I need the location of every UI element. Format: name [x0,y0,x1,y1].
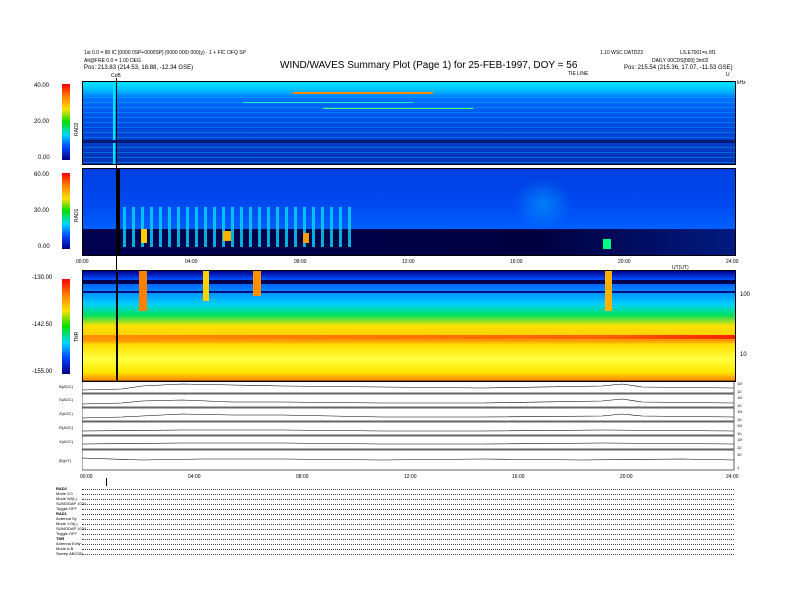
trace-label-z: Z(AGC) [59,411,73,416]
tnr-right-tick-10: 10 [740,352,747,358]
trace-label-s: S(AGC) [59,397,73,402]
footer-dotline-5 [82,514,734,515]
page-title: WIND/WAVES Summary Plot (Page 1) for 25-… [280,60,578,71]
footer-dotline-11 [82,544,734,545]
tnr-name: TNR [74,331,80,342]
rad1-spectrogram [82,168,736,256]
trace-right-s-bot: 10 [737,403,742,408]
footer-dotline-1 [82,494,734,495]
bottom-axis-tick-5: 20:00 [620,474,633,480]
mid-axis-tick-5: 20:00 [618,259,631,265]
tnr-tick-top: -130.00 [32,275,53,281]
rad2-name: RAD2 [74,122,80,136]
rad1-tick-bot: 0.00 [38,244,50,250]
tnr-tick-mid: -142.50 [32,322,53,328]
trace-right-b-bot: 10 [737,389,742,394]
trace-label-b: B(AGC) [59,384,73,389]
footer-dotline-10 [82,539,734,540]
tnr-spectrogram [82,270,736,382]
header-right-3: DAILY 00CDS[000] 3m02 [652,58,709,64]
trace-right-s-top: 100 [737,395,742,400]
trace-label-x: X(AGC) [59,439,73,444]
rad2-colorbar [62,84,70,160]
mid-axis-tick-6: 24:00 [726,259,739,265]
rad1-colorbar [62,173,70,249]
top-unit-u: U [726,72,730,78]
trace-right-r-bot: 10 [737,431,742,436]
bottom-axis-tick-1: 04:00 [188,474,201,480]
rad1-name: RAD1 [74,208,80,222]
trace-right-z-bot: 10 [737,417,742,422]
header-left-3: Pos: 213.83 (214.53, 18.88, -12.34 GSE) [84,65,194,71]
footer-dotline-7 [82,524,734,525]
header-right-2: LS.E7001=x.0f1 [680,50,716,56]
trace-label-r: R(AGC) [59,425,74,430]
trace-right-r-top: 100 [737,423,742,428]
footer-dotline-9 [82,534,734,535]
footer-dotline-13 [82,554,734,555]
trace-label-bmag: |B|(nT) [59,458,72,463]
rad2-tick-bot: 0.00 [38,155,50,161]
bottom-axis-tick-0: 00:00 [80,474,93,480]
footer-dotline-8 [82,529,734,530]
footer-dotline-3 [82,504,734,505]
mid-axis-tick-0: 00:00 [76,259,89,265]
bottom-axis-tick-2: 08:00 [296,474,309,480]
rad2-tick-mid: 20.00 [34,119,50,125]
mid-axis-tick-4: 16:00 [510,259,523,265]
bottom-axis-tick-6: 24:00 [726,474,739,480]
footer-dotline-0 [82,489,734,490]
traces-plot: 100 10 100 10 100 10 100 10 100 10 10 1 [82,380,742,471]
mid-axis-tick-1: 04:00 [185,259,198,265]
trace-right-x-top: 100 [737,437,742,442]
tnr-right-tick-100: 100 [740,292,751,298]
rad2-spectrogram [82,81,736,165]
tnr-colorbar [62,279,70,374]
top-unit-khz: kHz [737,80,746,86]
tie-line-label: TIE LINE [568,71,589,77]
footer-dotline-6 [82,519,734,520]
header-left-1: 1st 0.0 = 80 IC [0000 0SP+0000SP] (0000 … [84,50,246,56]
rad1-tick-mid: 30.00 [34,208,50,214]
footer-row-13: Sweep ABCDE [56,551,83,556]
trace-right-bmag-bot: 1 [737,465,740,470]
bottom-axis-tick-4: 16:00 [512,474,525,480]
mid-axis-tick-3: 12:00 [402,259,415,265]
bottom-axis-marker [106,478,107,486]
rad2-tick-top: 40.00 [34,83,50,89]
time-marker-line [116,78,117,380]
header-right-4: Pos: 215.54 (215.36, 17.07, -11.53 GSE) [624,65,733,71]
tnr-tick-bot: -155.00 [32,369,53,375]
header-left-2: Alt@FRE 0.0 = 1.00 DEG [84,58,141,64]
bottom-axis-tick-3: 12:00 [404,474,417,480]
rad1-tick-top: 60.00 [34,172,50,178]
trace-right-bmag-top: 10 [737,452,742,457]
footer-dotline-2 [82,499,734,500]
trace-right-z-top: 100 [737,409,742,414]
header-right-1: 1.10 WSC DATD23 [600,50,643,56]
trace-right-b-top: 100 [737,381,742,386]
mid-axis-tick-2: 08:00 [294,259,307,265]
footer-dotline-4 [82,509,734,510]
trace-right-x-bot: 10 [737,445,742,450]
footer-dotline-12 [82,549,734,550]
